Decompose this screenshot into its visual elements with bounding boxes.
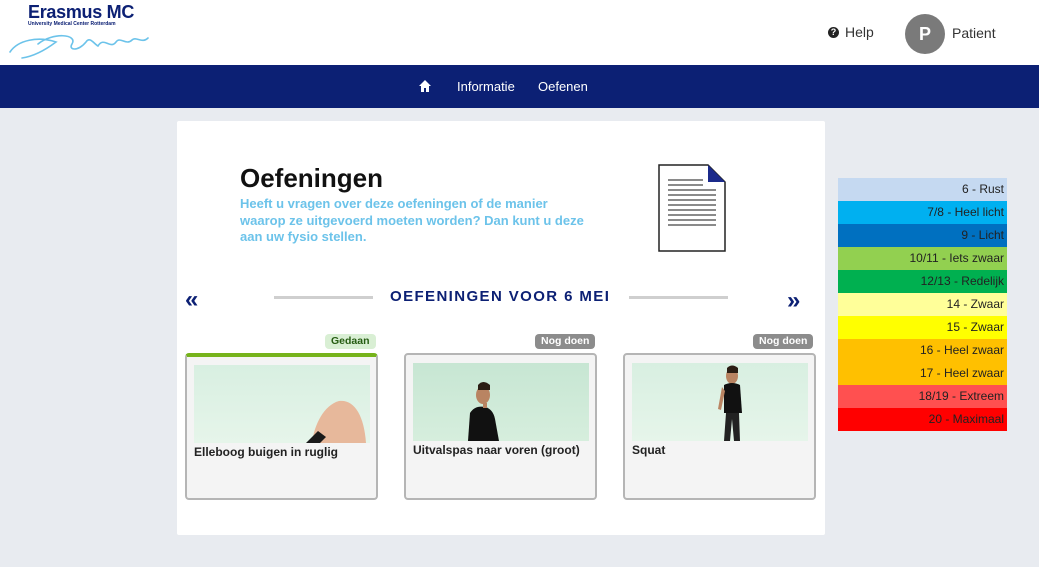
borg-row: 18/19 - Extreem [838,385,1007,408]
exercise-thumbnail [194,365,370,443]
logo-signature-icon [9,34,149,59]
main-navbar: Informatie Oefenen [0,65,1039,108]
exercise-label: Elleboog buigen in ruglig [194,445,338,459]
borg-row: 9 - Licht [838,224,1007,247]
erasmus-mc-logo[interactable]: Erasmus MC University Medical Center Rot… [8,2,158,62]
borg-row: 16 - Heel zwaar [838,339,1007,362]
borg-row: 6 - Rust [838,178,1007,201]
next-day-button[interactable]: » [787,289,800,313]
intro-text: Heeft u vragen over deze oefeningen of d… [240,196,584,244]
borg-row: 12/13 - Redelijk [838,270,1007,293]
exercise-thumbnail [632,363,808,441]
exercise-label: Uitvalspas naar voren (groot) [413,443,580,457]
document-icon [658,164,726,252]
nav-item-oefenen[interactable]: Oefenen [538,79,588,94]
borg-row: 20 - Maximaal [838,408,1007,431]
exercise-label: Squat [632,443,666,457]
exercises-card: Oefeningen Heeft u vragen over deze oefe… [177,121,825,535]
page-title: Oefeningen [240,163,384,193]
question-circle-icon: ? [828,26,839,38]
prev-day-button[interactable]: « [185,288,198,312]
day-heading: OEFENINGEN VOOR 6 MEI [390,288,611,305]
logo-brand: Erasmus MC [28,2,135,22]
exercise-thumbnail [413,363,589,441]
home-icon[interactable] [418,79,432,93]
exercise-tile-uitvalspas[interactable]: Uitvalspas naar voren (groot) [404,353,597,500]
user-name[interactable]: Patient [952,25,996,41]
status-badge: Nog doen [753,334,814,349]
avatar[interactable]: P [905,14,945,54]
borg-row: 7/8 - Heel licht [838,201,1007,224]
borg-row: 14 - Zwaar [838,293,1007,316]
help-label: Help [845,24,874,40]
borg-row: 15 - Zwaar [838,316,1007,339]
exercise-tile-elleboog[interactable]: Elleboog buigen in ruglig [185,353,378,500]
exercise-tile-squat[interactable]: Squat [623,353,816,500]
divider-left [274,296,373,299]
help-link[interactable]: ? Help [828,24,874,40]
status-badge: Gedaan [325,334,376,349]
borg-row: 17 - Heel zwaar [838,362,1007,385]
divider-right [629,296,728,299]
nav-item-informatie[interactable]: Informatie [457,79,515,94]
top-header: Erasmus MC University Medical Center Rot… [0,0,1039,65]
status-badge: Nog doen [535,334,596,349]
borg-row: 10/11 - Iets zwaar [838,247,1007,270]
borg-scale: 6 - Rust 7/8 - Heel licht 9 - Licht 10/1… [838,178,1007,431]
